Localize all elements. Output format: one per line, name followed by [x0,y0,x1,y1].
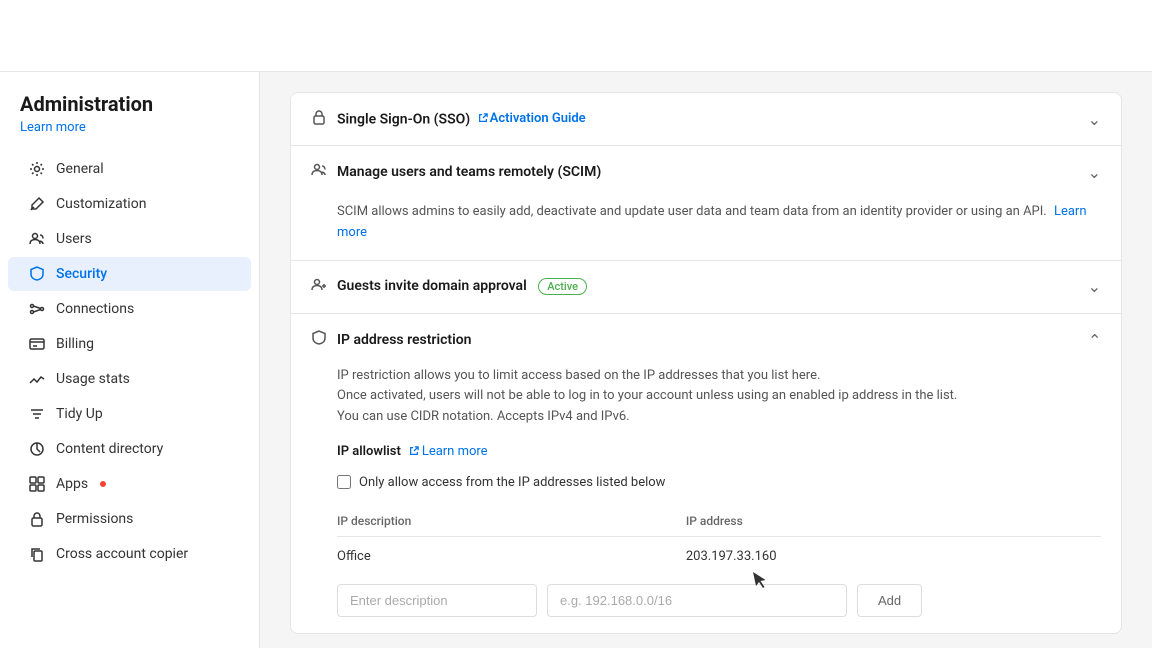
sso-activation-link[interactable]: Activation Guide [474,112,586,127]
sso-lock-icon [311,109,327,129]
ip-restriction-chevron-icon: ⌄ [1088,330,1101,349]
top-bar [0,0,1152,72]
sidebar-item-label: Usage stats [56,371,130,387]
sidebar-item-label: Customization [56,196,146,212]
guests-title: Guests invite domain approval Active [337,278,587,295]
sso-title: Single Sign-On (SSO) Activation Guide [337,111,586,128]
scim-section: Manage users and teams remotely (SCIM) ⌄… [291,146,1121,261]
ip-restriction-section-header[interactable]: IP address restriction ⌄ [291,314,1121,366]
ip-description: IP restriction allows you to limit acces… [311,366,1101,428]
scim-body: SCIM allows admins to easily add, deacti… [291,198,1121,260]
ip-restriction-section: IP address restriction ⌄ IP restriction … [291,314,1121,633]
ip-restriction-checkbox[interactable] [337,475,351,489]
ip-description-input[interactable] [337,584,537,617]
sidebar-item-label: Security [56,266,107,282]
sidebar: Administration Learn more General Custom… [0,72,260,648]
chart-icon [28,370,46,388]
sidebar-item-apps[interactable]: Apps [8,467,251,501]
guests-section-header[interactable]: Guests invite domain approval Active ⌄ [291,261,1121,313]
sidebar-item-customization[interactable]: Customization [8,187,251,221]
security-sections-card: Single Sign-On (SSO) Activation Guide ⌄ [290,92,1122,634]
guests-chevron-icon: ⌄ [1088,277,1101,296]
copy-icon [28,545,46,563]
connections-icon [28,300,46,318]
tidy-icon [28,405,46,423]
sidebar-item-security[interactable]: Security [8,257,251,291]
ip-shield-icon [311,330,327,350]
ip-address-input[interactable] [547,584,847,617]
lock-icon [28,510,46,528]
sidebar-item-billing[interactable]: Billing [8,327,251,361]
ip-allowlist-label: IP allowlist [337,444,401,459]
guests-active-badge: Active [538,278,587,295]
sidebar-learn-more[interactable]: Learn more [0,120,259,151]
sso-chevron-icon: ⌄ [1088,110,1101,129]
shield-icon [28,265,46,283]
apps-icon [28,475,46,493]
sidebar-item-label: General [56,161,104,177]
guests-section: Guests invite domain approval Active ⌄ [291,261,1121,314]
sidebar-item-label: Connections [56,301,134,317]
sidebar-item-cross-account-copier[interactable]: Cross account copier [8,537,251,571]
ip-learn-more-link[interactable]: Learn more [409,444,488,459]
sidebar-item-label: Billing [56,336,94,352]
sidebar-item-label: Apps [56,476,88,492]
ip-restriction-title: IP address restriction [337,332,472,348]
apps-badge [100,481,106,487]
ip-allowlist-row: IP allowlist Learn more [311,440,1101,471]
ip-row-address: 203.197.33.160 [686,536,1101,576]
sidebar-item-permissions[interactable]: Permissions [8,502,251,536]
sidebar-title: Administration [0,92,259,120]
guests-users-icon [311,277,327,297]
ip-table-row: Office203.197.33.160 [337,536,1101,576]
sidebar-item-tidy-up[interactable]: Tidy Up [8,397,251,431]
sidebar-item-label: Users [56,231,92,247]
ip-checkbox-row: Only allow access from the IP addresses … [311,471,1101,506]
settings-icon [28,160,46,178]
sidebar-item-label: Tidy Up [56,406,103,422]
ip-checkbox-label[interactable]: Only allow access from the IP addresses … [359,475,665,490]
ip-add-button[interactable]: Add [857,584,922,617]
ip-add-row: Add [337,584,1101,617]
sidebar-item-label: Permissions [56,511,133,527]
sidebar-item-connections[interactable]: Connections [8,292,251,326]
billing-icon [28,335,46,353]
sidebar-item-label: Cross account copier [56,546,188,562]
scim-title: Manage users and teams remotely (SCIM) [337,164,601,180]
sidebar-item-content-directory[interactable]: Content directory [8,432,251,466]
sidebar-item-usage-stats[interactable]: Usage stats [8,362,251,396]
directory-icon [28,440,46,458]
ip-restriction-body: IP restriction allows you to limit acces… [291,366,1121,633]
sidebar-item-label: Content directory [56,441,163,457]
ip-table-header-address: IP address [686,506,1101,537]
users-icon [28,230,46,248]
sso-section: Single Sign-On (SSO) Activation Guide ⌄ [291,93,1121,146]
sidebar-item-users[interactable]: Users [8,222,251,256]
brush-icon [28,195,46,213]
scim-section-header[interactable]: Manage users and teams remotely (SCIM) ⌄ [291,146,1121,198]
scim-chevron-icon: ⌄ [1088,163,1101,182]
ip-table: IP description IP address Office203.197.… [337,506,1101,576]
scim-users-icon [311,162,327,182]
sso-section-header[interactable]: Single Sign-On (SSO) Activation Guide ⌄ [291,93,1121,145]
ip-table-header-description: IP description [337,506,686,537]
ip-row-description: Office [337,536,686,576]
main-content: Single Sign-On (SSO) Activation Guide ⌄ [260,72,1152,648]
sidebar-item-general[interactable]: General [8,152,251,186]
